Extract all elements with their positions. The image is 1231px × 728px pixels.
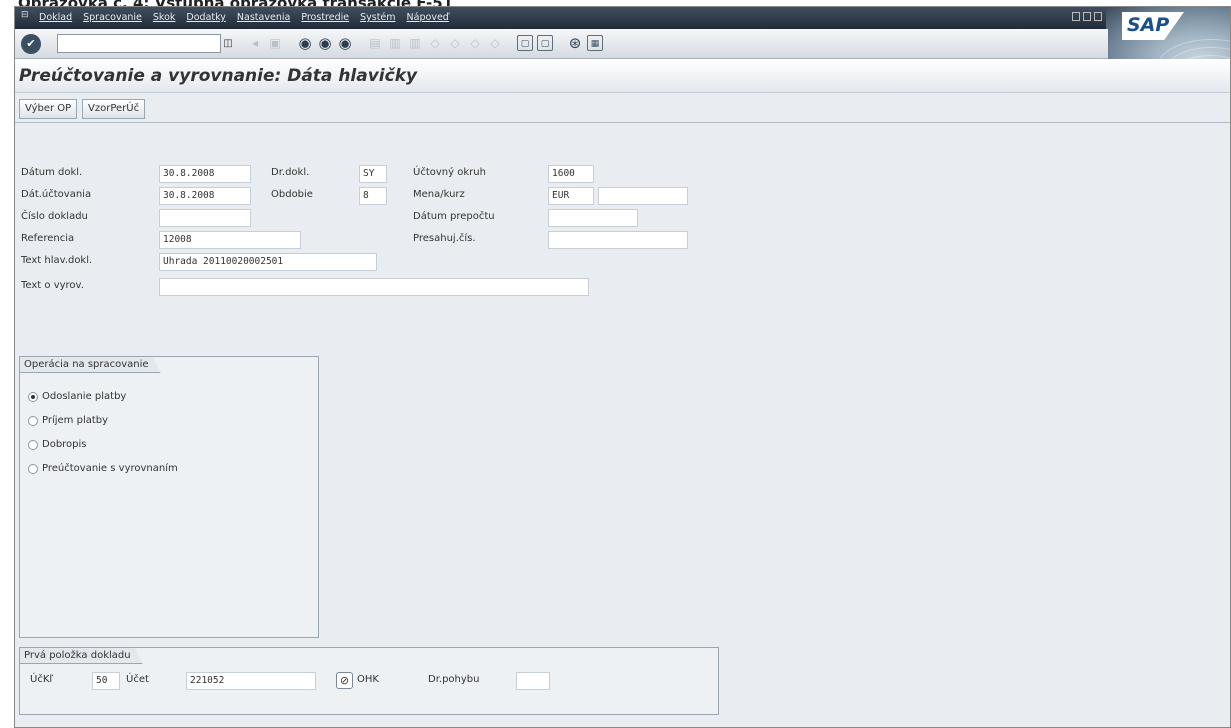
menu-bar: ⊟ Doklad Spracovanie Skok Dodatky Nastav… [15,7,1230,29]
pk-field[interactable]: 50 [92,672,120,690]
print-icon[interactable]: ▤ [367,35,383,51]
first-item-group-title: Prvá položka dokladu [19,647,143,664]
find-icon[interactable]: ▥ [387,35,403,51]
menu-system[interactable]: Systém [360,12,395,23]
datum-dokl-field[interactable]: 30.8.2008 [159,165,251,183]
screen-title: Preúčtovanie a vyrovnanie: Dáta hlavičky [19,66,418,86]
cancel-icon[interactable]: ◉ [337,35,353,51]
create-session-icon[interactable]: ▢ [517,35,533,51]
referencia-label: Referencia [21,233,75,244]
uctovny-okruh-label: Účtovný okruh [413,167,486,178]
close-icon[interactable] [1094,12,1102,21]
datum-prepoctu-label: Dátum prepočtu [413,211,495,222]
minimize-icon[interactable] [1072,12,1080,21]
dr-dokl-field[interactable]: SY [359,165,387,183]
ohk-lookup-icon[interactable]: ⊘ [336,672,353,689]
radio-label: Odoslanie platby [42,391,127,402]
obdobie-label: Obdobie [271,189,313,200]
standard-toolbar: ✔ ◫ ◂ ▣ ◉ ◉ ◉ ▤ ▥ ▥ ◇ ◇ ◇ ◇ ▢ ▢ ⊛ ▦ [15,29,1108,59]
first-page-icon[interactable]: ◇ [427,35,443,51]
menu-doklad[interactable]: Doklad [39,12,72,23]
ucet-label: Účet [126,674,149,685]
menu-prostredie[interactable]: Prostredie [301,12,349,23]
radio-button[interactable] [28,415,38,426]
operation-group-title: Operácia na spracovanie [19,356,161,373]
radio-odoslanie-platby[interactable]: Odoslanie platby [28,391,126,402]
arrow-left-icon[interactable]: ◂ [247,35,263,51]
vyber-op-button[interactable]: Výber OP [19,99,78,119]
help-icon[interactable]: ⊛ [567,35,583,51]
next-page-icon[interactable]: ◇ [467,35,483,51]
dat-uctovania-field[interactable]: 30.8.2008 [159,187,251,205]
uctovny-okruh-field[interactable]: 1600 [548,165,594,183]
kurz-field[interactable] [598,187,688,205]
window-controls [1072,12,1102,21]
menu-napoved[interactable]: Nápoveď [407,12,449,23]
cislo-dokladu-label: Číslo dokladu [21,211,88,222]
radio-button[interactable] [28,463,38,474]
command-field[interactable] [57,34,221,53]
maximize-icon[interactable] [1083,12,1091,21]
shortcut-icon[interactable]: ▢ [537,35,553,51]
toolbar-icons: ◂ ▣ ◉ ◉ ◉ ▤ ▥ ▥ ◇ ◇ ◇ ◇ ▢ ▢ ⊛ ▦ [247,35,603,51]
text-hlav-dokl-label: Text hlav.dokl. [21,255,93,266]
radio-label: Príjem platby [42,415,109,426]
sap-window: ⊟ Doklad Spracovanie Skok Dodatky Nastav… [14,6,1231,728]
dr-pohybu-field[interactable] [516,672,550,690]
menu-skok[interactable]: Skok [153,12,176,23]
menu-dodatky[interactable]: Dodatky [186,12,226,23]
main-menu: Doklad Spracovanie Skok Dodatky Nastaven… [39,12,449,23]
radio-button-selected[interactable] [28,391,38,402]
menu-nastavenia[interactable]: Nastavenia [237,12,290,23]
mena-field[interactable]: EUR [548,187,594,205]
ohk-label: OHK [357,674,379,685]
previous-page-icon[interactable]: ◇ [447,35,463,51]
enter-check-icon[interactable]: ✔ [21,34,41,54]
sap-logo-text: SAP [1127,14,1170,36]
obdobie-field[interactable]: 8 [359,187,387,205]
last-page-icon[interactable]: ◇ [487,35,503,51]
layout-menu-icon[interactable]: ▦ [587,35,603,51]
dr-pohybu-label: Dr.pohybu [428,674,480,685]
radio-prijem-platby[interactable]: Príjem platby [28,415,108,426]
referencia-field[interactable]: 12008 [159,231,301,249]
text-vyrov-label: Text o vyrov. [21,280,84,291]
cislo-dokladu-field[interactable] [159,209,251,227]
radio-button[interactable] [28,439,38,450]
back-icon[interactable]: ◉ [297,35,313,51]
vzor-peruc-button[interactable]: VzorPerÚč [82,99,146,119]
window-menu-icon[interactable]: ⊟ [21,10,29,20]
dr-dokl-label: Dr.dokl. [271,167,310,178]
screen-title-bar: Preúčtovanie a vyrovnanie: Dáta hlavičky [15,59,1230,93]
mena-kurz-label: Mena/kurz [413,189,465,200]
find-next-icon[interactable]: ▥ [407,35,423,51]
radio-label: Preúčtovanie s vyrovnaním [42,463,178,474]
dat-uctovania-label: Dát.účtovania [21,189,92,200]
presahuj-cis-label: Presahuj.čís. [413,233,476,244]
save-icon[interactable]: ▣ [267,35,283,51]
radio-dobropis[interactable]: Dobropis [28,439,87,450]
exit-icon[interactable]: ◉ [317,35,333,51]
radio-label: Dobropis [42,439,87,450]
first-item-group: Prvá položka dokladu ÚčKľ 50 Účet 221052… [19,647,719,715]
application-toolbar: Výber OP VzorPerÚč [15,93,1230,123]
datum-prepoctu-field[interactable] [548,209,638,227]
presahuj-cis-field[interactable] [548,231,688,249]
operation-group: Operácia na spracovanie Odoslanie platby… [19,356,319,638]
pk-label: ÚčKľ [30,674,54,685]
text-hlav-dokl-field[interactable]: Uhrada 20110020002501 [159,253,377,271]
command-history-icon[interactable]: ◫ [221,34,235,53]
radio-preuctovanie-s-vyrovnanim[interactable]: Preúčtovanie s vyrovnaním [28,463,178,474]
text-vyrov-field[interactable] [159,278,589,296]
menu-spracovanie[interactable]: Spracovanie [83,12,142,23]
ucet-field[interactable]: 221052 [186,672,316,690]
datum-dokl-label: Dátum dokl. [21,167,83,178]
